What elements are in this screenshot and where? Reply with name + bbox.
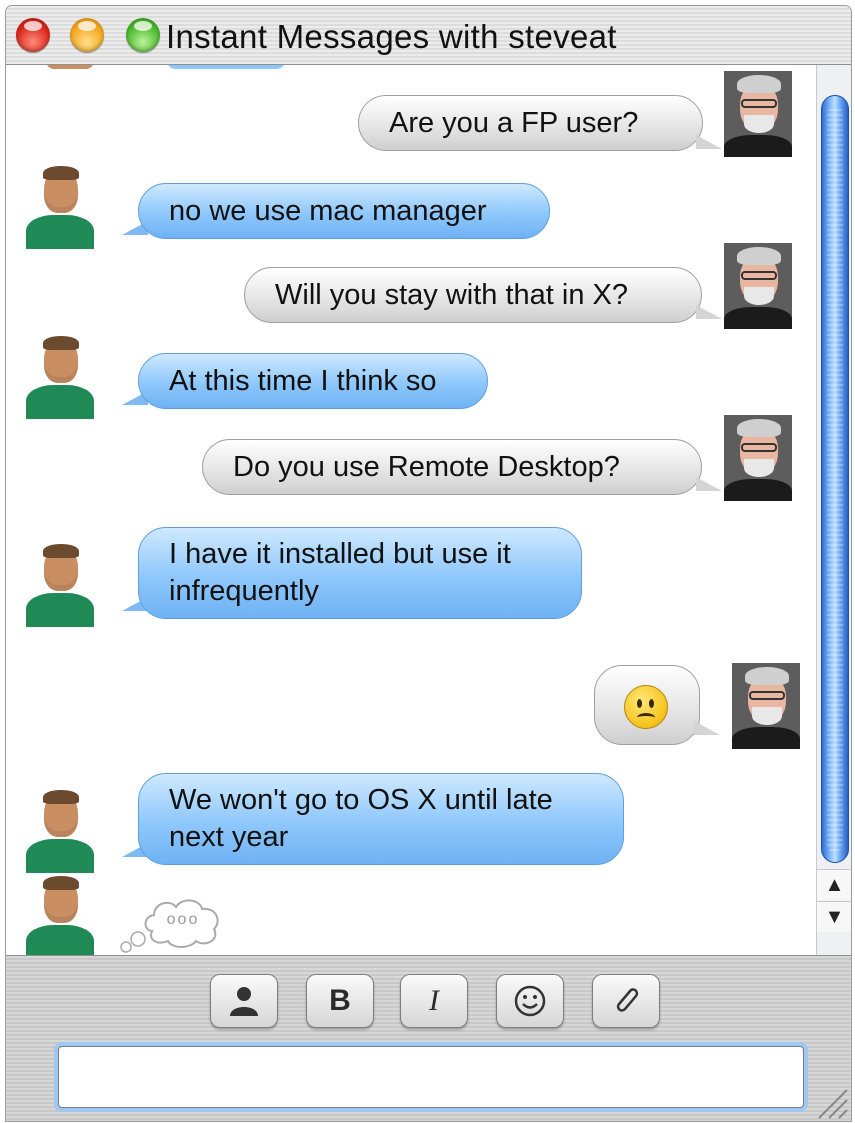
typing-dots: ooo (166, 911, 200, 928)
scroll-up-arrow-icon[interactable]: ▲ (817, 869, 851, 900)
title-bar[interactable]: Instant Messages with steveat (6, 6, 851, 65)
bubble-tail (696, 477, 722, 491)
buddy-avatar (26, 787, 94, 873)
message-text-line: infrequently (169, 575, 319, 607)
message-text-line: next year (169, 821, 289, 853)
resize-grip-icon[interactable] (813, 1084, 849, 1120)
my-avatar (724, 415, 792, 501)
minimize-window-button[interactable] (70, 18, 104, 52)
paperclip-icon (616, 988, 639, 1012)
message-bubble-outgoing: Are you a FP user? (358, 95, 703, 151)
message-text: Will you stay with that in X? (275, 278, 628, 311)
bubble-tail (696, 305, 722, 319)
bubble-tail (694, 721, 720, 735)
chat-transcript[interactable]: Are you a FP user? no we use mac manager… (6, 65, 816, 955)
message-text: Are you a FP user? (389, 106, 639, 139)
message-bubble-outgoing: Do you use Remote Desktop? (202, 439, 702, 495)
message-text: At this time I think so (169, 364, 437, 397)
buddy-picture-button[interactable] (210, 974, 278, 1028)
smiley-icon (514, 985, 546, 1017)
person-silhouette-icon (230, 987, 258, 1016)
my-avatar (724, 243, 792, 329)
frown-emoticon-icon (624, 685, 668, 729)
buddy-avatar (26, 541, 94, 627)
chat-window: Instant Messages with steveat Are you a … (5, 5, 852, 1122)
typing-indicator: ooo (118, 891, 228, 955)
window-title: Instant Messages with steveat (166, 18, 617, 55)
message-bubble-incoming: I have it installed but use it infrequen… (138, 527, 582, 619)
cut-off-avatar (46, 65, 94, 69)
bubble-tail (696, 135, 722, 149)
buddy-avatar (26, 873, 94, 955)
buddy-avatar (26, 333, 94, 419)
italic-button[interactable]: I (400, 974, 468, 1028)
cut-off-bubble (166, 65, 286, 69)
my-avatar (732, 663, 800, 749)
message-bubble-incoming: At this time I think so (138, 353, 488, 409)
message-toolbar: B I (6, 955, 851, 1121)
message-text-line: I have it installed but use it (169, 538, 511, 570)
buddy-avatar (26, 163, 94, 249)
message-bubble-incoming: no we use mac manager (138, 183, 550, 239)
scroll-thumb[interactable] (821, 95, 849, 863)
scroll-down-arrow-icon[interactable]: ▼ (817, 901, 851, 932)
message-input[interactable] (58, 1046, 804, 1108)
attach-file-button[interactable] (592, 974, 660, 1028)
vertical-scrollbar[interactable]: ▲ ▼ (816, 65, 851, 955)
smiley-button[interactable] (496, 974, 564, 1028)
message-bubble-incoming: We won't go to OS X until late next year (138, 773, 624, 865)
close-window-button[interactable] (16, 18, 50, 52)
message-bubble-outgoing: Will you stay with that in X? (244, 267, 702, 323)
zoom-window-button[interactable] (126, 18, 160, 52)
message-text-line: We won't go to OS X until late (169, 784, 553, 816)
bold-button[interactable]: B (306, 974, 374, 1028)
my-avatar (724, 71, 792, 157)
message-text: Do you use Remote Desktop? (233, 450, 620, 483)
message-text: no we use mac manager (169, 194, 487, 227)
